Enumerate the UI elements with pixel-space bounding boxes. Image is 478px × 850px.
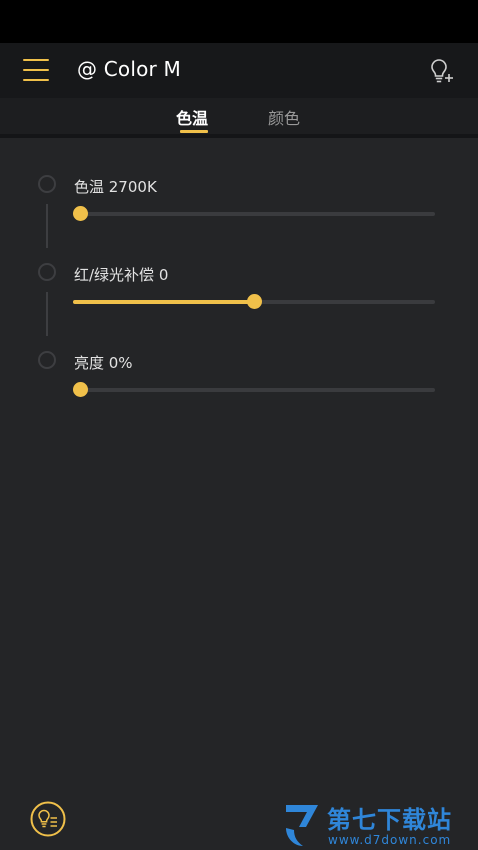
connector-line — [46, 204, 48, 248]
red-green-compensation-slider[interactable] — [73, 294, 435, 309]
slider-fill — [73, 300, 254, 304]
app-bar: @ Color M — [0, 43, 478, 98]
watermark-name: 第七下载站 — [327, 806, 452, 834]
brightness-label: 亮度 0% — [74, 354, 133, 372]
color-temperature-toggle[interactable] — [38, 175, 56, 193]
red-green-compensation-label: 红/绿光补偿 0 — [74, 266, 169, 284]
tab-bar: 色温 颜色 — [0, 98, 478, 134]
tab-color-temperature[interactable]: 色温 — [176, 105, 208, 129]
watermark-url: www.d7down.com — [328, 833, 452, 847]
active-tab-indicator — [180, 130, 208, 133]
page-title: @ Color M — [77, 57, 181, 81]
tab-color[interactable]: 颜色 — [268, 105, 300, 129]
slider-thumb[interactable] — [73, 382, 88, 397]
status-bar — [0, 0, 478, 43]
watermark: 第七下载站 www.d7down.com — [282, 802, 478, 850]
connector-line — [46, 292, 48, 336]
brightness-toggle[interactable] — [38, 351, 56, 369]
slider-thumb[interactable] — [247, 294, 262, 309]
bulb-list-icon[interactable] — [30, 801, 66, 837]
tab-divider — [0, 134, 478, 138]
bulb-plus-icon[interactable] — [428, 57, 456, 85]
hamburger-menu-icon[interactable] — [23, 57, 49, 83]
brightness-slider[interactable] — [73, 382, 435, 397]
watermark-logo-icon — [286, 805, 318, 846]
red-green-compensation-toggle[interactable] — [38, 263, 56, 281]
color-temperature-slider[interactable] — [73, 206, 435, 221]
color-temperature-label: 色温 2700K — [74, 178, 157, 196]
slider-thumb[interactable] — [73, 206, 88, 221]
